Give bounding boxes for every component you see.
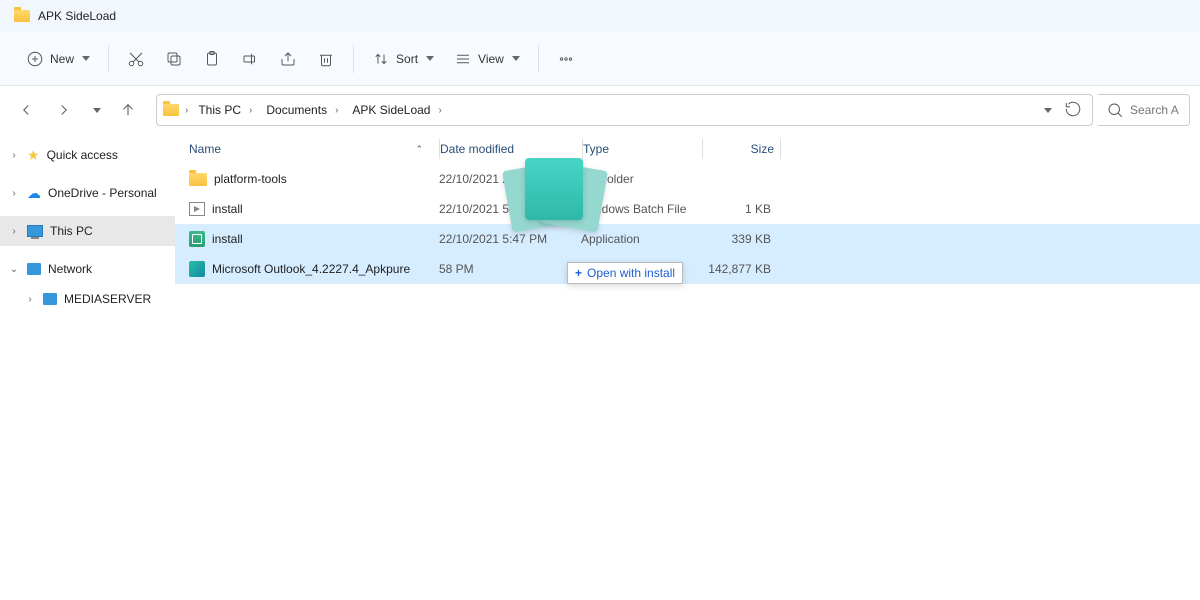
delete-button[interactable] — [309, 42, 343, 76]
breadcrumb-item[interactable]: This PC› — [194, 101, 256, 119]
drop-hint-tooltip: + Open with install — [567, 262, 683, 284]
trash-icon — [317, 50, 335, 68]
chevron-down-icon — [93, 108, 101, 113]
application-icon — [189, 231, 205, 247]
rename-button[interactable] — [233, 42, 267, 76]
back-button[interactable] — [10, 94, 42, 126]
star-icon: ★ — [27, 147, 40, 164]
up-button[interactable] — [112, 94, 144, 126]
sidebar-this-pc[interactable]: › This PC — [0, 216, 175, 246]
cloud-icon: ☁ — [27, 185, 41, 202]
view-label: View — [478, 52, 504, 66]
recent-dropdown[interactable] — [86, 94, 106, 126]
server-icon — [43, 293, 57, 305]
title-bar: APK SideLoad — [0, 0, 1200, 32]
chevron-down-icon — [82, 56, 90, 61]
view-icon — [454, 50, 472, 68]
ellipsis-icon — [557, 50, 575, 68]
separator — [353, 45, 354, 73]
chevron-right-icon: › — [185, 105, 188, 116]
col-type[interactable]: Type — [583, 142, 702, 156]
forward-button[interactable] — [48, 94, 80, 126]
cut-button[interactable] — [119, 42, 153, 76]
more-button[interactable] — [549, 42, 583, 76]
refresh-button[interactable] — [1064, 100, 1082, 121]
separator — [108, 45, 109, 73]
file-row[interactable]: Microsoft Outlook_4.2227.4_Apkpure 58 PM… — [175, 254, 1200, 284]
chevron-down-icon[interactable] — [1044, 108, 1052, 113]
new-button[interactable]: New — [18, 42, 98, 76]
column-headers: Name ⌃ Date modified Type Size — [175, 134, 1200, 164]
file-row[interactable]: platform-tools 22/10/2021 2:37 AM File f… — [175, 164, 1200, 194]
file-row[interactable]: install 22/10/2021 5:47 PM Windows Batch… — [175, 194, 1200, 224]
copy-icon — [165, 50, 183, 68]
breadcrumb-item[interactable]: APK SideLoad› — [348, 101, 445, 119]
main-area: ›★ Quick access ›☁ OneDrive - Personal ›… — [0, 134, 1200, 600]
sort-indicator-icon: ⌃ — [415, 144, 423, 155]
paste-button[interactable] — [195, 42, 229, 76]
sidebar: ›★ Quick access ›☁ OneDrive - Personal ›… — [0, 134, 175, 600]
batch-file-icon — [189, 202, 205, 216]
chevron-down-icon — [512, 56, 520, 61]
apk-icon — [189, 261, 205, 277]
window-title: APK SideLoad — [38, 9, 116, 23]
view-button[interactable]: View — [446, 42, 528, 76]
nav-row: › This PC› Documents› APK SideLoad› Sear… — [0, 86, 1200, 134]
col-date[interactable]: Date modified — [440, 142, 582, 156]
folder-icon — [163, 104, 179, 116]
search-input[interactable]: Search A — [1098, 94, 1190, 126]
pc-icon — [27, 225, 43, 237]
col-name[interactable]: Name ⌃ — [189, 142, 439, 156]
separator — [538, 45, 539, 73]
copy-button[interactable] — [157, 42, 191, 76]
toolbar: New Sort — [0, 32, 1200, 86]
plus-icon: + — [575, 266, 582, 280]
file-row[interactable]: install 22/10/2021 5:47 PM Application 3… — [175, 224, 1200, 254]
sidebar-mediaserver[interactable]: › MEDIASERVER — [0, 284, 175, 314]
folder-icon — [189, 173, 207, 186]
col-size[interactable]: Size — [703, 142, 780, 156]
scissors-icon — [127, 50, 145, 68]
new-label: New — [50, 52, 74, 66]
network-icon — [27, 263, 41, 275]
sort-icon — [372, 50, 390, 68]
sidebar-network[interactable]: ⌄ Network — [0, 254, 175, 284]
sidebar-quick-access[interactable]: ›★ Quick access — [0, 140, 175, 170]
file-list: Name ⌃ Date modified Type Size platform-… — [175, 134, 1200, 600]
sidebar-onedrive[interactable]: ›☁ OneDrive - Personal — [0, 178, 175, 208]
search-placeholder: Search A — [1130, 103, 1179, 117]
sort-label: Sort — [396, 52, 418, 66]
plus-circle-icon — [26, 50, 44, 68]
chevron-down-icon — [426, 56, 434, 61]
clipboard-icon — [203, 50, 221, 68]
folder-icon — [14, 10, 30, 22]
share-icon — [279, 50, 297, 68]
breadcrumb-item[interactable]: Documents› — [262, 101, 342, 119]
sort-button[interactable]: Sort — [364, 42, 442, 76]
rename-icon — [241, 50, 259, 68]
address-bar[interactable]: › This PC› Documents› APK SideLoad› — [156, 94, 1093, 126]
share-button[interactable] — [271, 42, 305, 76]
